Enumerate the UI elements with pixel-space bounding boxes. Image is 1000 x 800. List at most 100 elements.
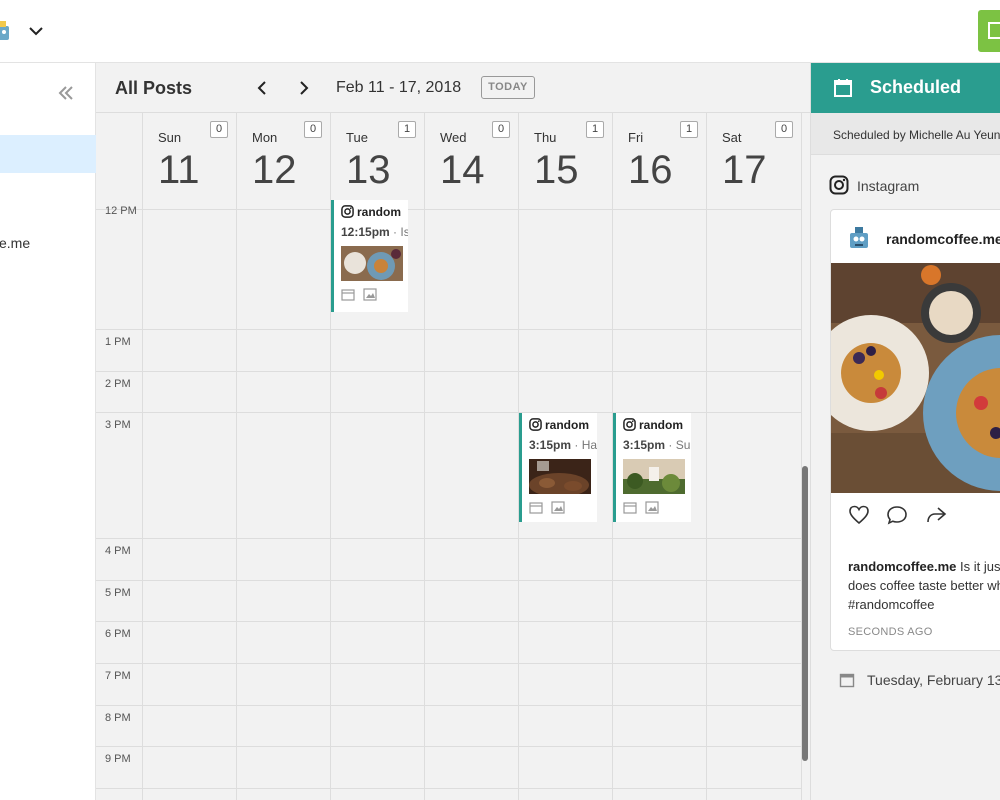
time-label: 5 PM: [105, 587, 131, 599]
today-button[interactable]: TODAY: [481, 76, 535, 99]
panel-header: Scheduled: [811, 63, 1000, 113]
grid-line: [142, 210, 143, 800]
post-preview-card: randomcoffee.me randomcoffee.me Is it ju…: [830, 209, 1000, 651]
scheduled-post-card[interactable]: random 12:15pm · Is: [331, 200, 408, 312]
instagram-icon: [623, 418, 636, 431]
compose-button[interactable]: [978, 10, 1000, 52]
heart-icon[interactable]: [848, 505, 870, 525]
post-meta-icons: [341, 288, 381, 306]
time-label: 7 PM: [105, 670, 131, 682]
day-header-wed[interactable]: Wed 14 0: [425, 113, 519, 210]
grid-line: [706, 210, 707, 800]
scheduled-by: Scheduled by Michelle Au Yeung: [811, 113, 1000, 155]
brand-logo-icon[interactable]: [0, 18, 12, 44]
sidebar-item-selected[interactable]: [0, 135, 96, 173]
caption-username: randomcoffee.me: [848, 559, 957, 574]
day-number: 12: [252, 148, 297, 192]
post-thumbnail: [529, 459, 591, 494]
scheduled-date-text: Tuesday, February 13: [867, 672, 1000, 688]
share-icon[interactable]: [925, 505, 947, 525]
grid-line: [96, 371, 802, 372]
sidebar-item-account[interactable]: e.me: [0, 235, 30, 251]
time-label: 12 PM: [105, 205, 137, 217]
day-header-tue[interactable]: Tue 13 1: [331, 113, 425, 210]
grid-line: [236, 210, 237, 800]
post-account: random: [341, 205, 401, 219]
day-name: Wed: [440, 130, 467, 145]
scheduled-post-card[interactable]: random 3:15pm · Su: [613, 413, 691, 522]
day-header-mon[interactable]: Mon 12 0: [237, 113, 331, 210]
post-time-ago: SECONDS AGO: [848, 626, 933, 638]
grid-line: [96, 788, 802, 789]
time-label: 9 PM: [105, 753, 131, 765]
chevron-down-icon[interactable]: [27, 22, 45, 40]
day-number: 11: [158, 148, 200, 192]
instagram-icon: [829, 175, 849, 195]
time-grid[interactable]: 12 PM 1 PM 2 PM 3 PM 4 PM 5 PM 6 PM 7 PM…: [96, 200, 810, 800]
post-username: randomcoffee.me: [886, 231, 1000, 247]
time-label: 2 PM: [105, 378, 131, 390]
post-preview-panel: Scheduled Scheduled by Michelle Au Yeung…: [810, 63, 1000, 800]
grid-line: [96, 412, 802, 413]
date-range: Feb 11 - 17, 2018: [336, 79, 462, 96]
time-label: 1 PM: [105, 336, 131, 348]
grid-line: [96, 746, 802, 747]
day-name: Fri: [628, 130, 644, 145]
network-label: Instagram: [829, 175, 919, 195]
grid-line: [96, 580, 802, 581]
day-number: 13: [346, 148, 391, 192]
avatar: [850, 227, 868, 248]
post-count-badge: 1: [586, 121, 604, 138]
grid-line: [96, 663, 802, 664]
post-count-badge: 0: [492, 121, 510, 138]
image-icon: [363, 288, 378, 301]
post-meta-icons: [529, 501, 569, 519]
network-name: Instagram: [857, 178, 920, 194]
post-time: 12:15pm · Is: [341, 225, 408, 239]
post-time-value: 3:15pm: [623, 438, 666, 452]
calendar-icon: [839, 673, 855, 688]
day-number: 14: [440, 148, 485, 192]
scrollbar[interactable]: [802, 466, 808, 761]
day-number: 17: [722, 148, 767, 192]
post-thumbnail: [341, 246, 403, 281]
post-time: 3:15pm · Ha: [529, 438, 597, 452]
comment-icon[interactable]: [886, 505, 908, 525]
day-number: 16: [628, 148, 673, 192]
grid-line: [96, 621, 802, 622]
panel-title: Scheduled: [870, 77, 962, 97]
scheduled-date: Tuesday, February 13: [839, 672, 1000, 688]
calendar: All Posts Feb 11 - 17, 2018 TODAY Sun 11…: [96, 63, 810, 800]
calendar-header: All Posts Feb 11 - 17, 2018 TODAY: [96, 63, 810, 113]
day-name: Sun: [158, 130, 182, 145]
compose-icon: [988, 22, 1000, 39]
day-name: Thu: [534, 130, 557, 145]
post-caption: randomcoffee.me Is it just me or does co…: [848, 557, 1000, 614]
calendar-icon: [623, 502, 637, 514]
post-account-name: random: [357, 205, 402, 219]
top-bar: [0, 0, 1000, 63]
left-sidebar: e.me: [0, 63, 96, 800]
day-header-thu[interactable]: Thu 15 1: [519, 113, 613, 210]
post-account: random: [529, 418, 589, 432]
image-icon: [645, 501, 660, 514]
day-header-sat[interactable]: Sat 17 0: [707, 113, 802, 210]
time-label: 3 PM: [105, 419, 131, 431]
grid-line: [96, 705, 802, 706]
day-header-fri[interactable]: Fri 16 1: [613, 113, 707, 210]
day-name: Sat: [722, 130, 742, 145]
post-count-badge: 0: [775, 121, 793, 138]
scheduled-post-card[interactable]: random 3:15pm · Ha: [519, 413, 597, 522]
day-header-sun[interactable]: Sun 11 0: [143, 113, 237, 210]
post-thumbnail: [623, 459, 685, 494]
double-chevron-left-icon[interactable]: [56, 83, 76, 103]
chevron-left-icon[interactable]: [254, 79, 270, 97]
post-image: [831, 263, 1000, 493]
post-count-badge: 1: [680, 121, 698, 138]
time-label: 6 PM: [105, 628, 131, 640]
time-label: 4 PM: [105, 545, 131, 557]
chevron-right-icon[interactable]: [296, 79, 312, 97]
post-meta-icons: [623, 501, 663, 519]
post-account-name: random: [639, 418, 684, 432]
calendar-icon: [834, 79, 852, 97]
